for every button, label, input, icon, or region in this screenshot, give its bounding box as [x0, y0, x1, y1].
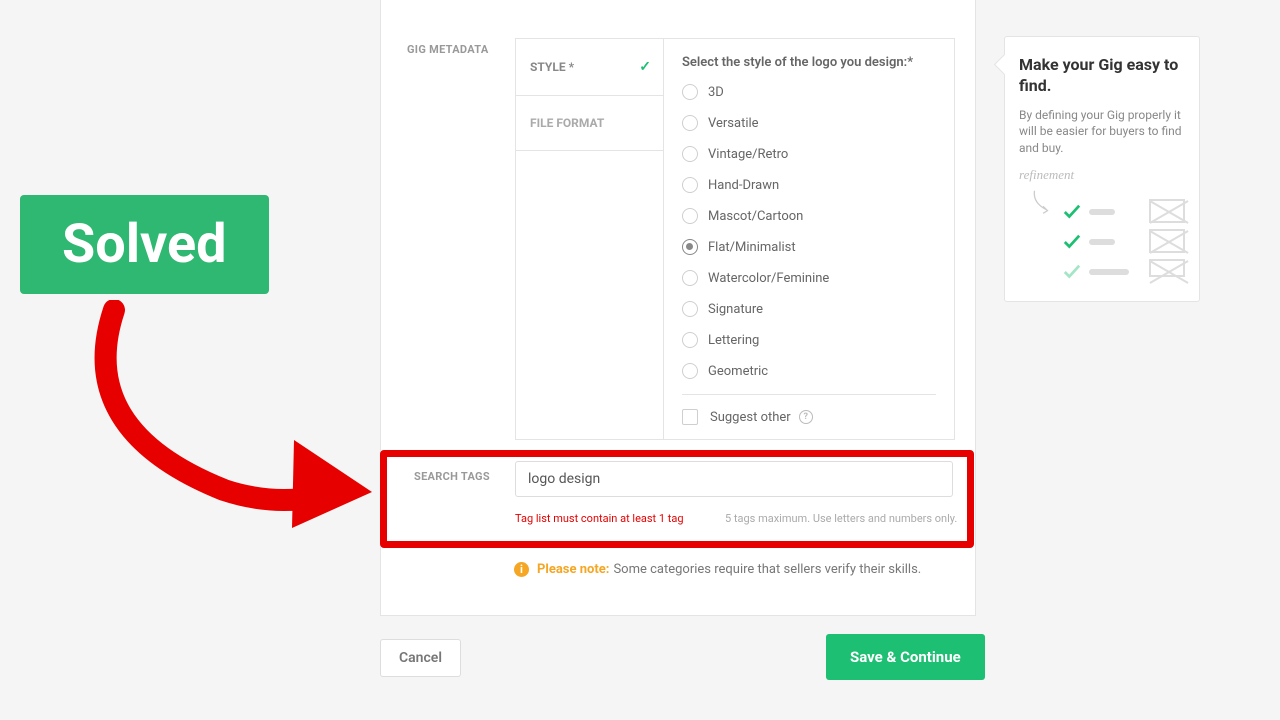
style-option-label: Versatile — [708, 116, 759, 131]
check-icon: ✓ — [639, 59, 651, 75]
radio-icon[interactable] — [682, 363, 698, 379]
solved-overlay-badge: Solved — [20, 195, 269, 294]
please-note-row: i Please note: Some categories require t… — [514, 562, 921, 577]
red-arrow-icon — [84, 300, 374, 530]
arrow-icon — [1031, 189, 1057, 215]
style-option-mascot-cartoon[interactable]: Mascot/Cartoon — [682, 208, 936, 224]
radio-icon[interactable] — [682, 115, 698, 131]
box-icon — [1149, 229, 1185, 253]
gig-metadata-label: GIG METADATA — [407, 43, 489, 56]
radio-icon[interactable] — [682, 270, 698, 286]
radio-icon[interactable] — [682, 208, 698, 224]
style-option-vintage-retro[interactable]: Vintage/Retro — [682, 146, 936, 162]
style-option-versatile[interactable]: Versatile — [682, 115, 936, 131]
style-option-3d[interactable]: 3D — [682, 84, 936, 100]
line-icon — [1089, 239, 1115, 245]
checkmark-icon — [1063, 263, 1081, 281]
metadata-tab-style-label: STYLE * — [530, 60, 574, 74]
line-icon — [1089, 269, 1129, 275]
style-option-signature[interactable]: Signature — [682, 301, 936, 317]
checkbox-icon[interactable] — [682, 409, 698, 425]
style-option-label: Flat/Minimalist — [708, 240, 796, 255]
metadata-tab-style[interactable]: STYLE * ✓ — [516, 39, 663, 96]
divider — [682, 394, 936, 395]
style-option-hand-drawn[interactable]: Hand-Drawn — [682, 177, 936, 193]
search-tags-label: SEARCH TAGS — [414, 470, 490, 483]
tip-title: Make your Gig easy to find. — [1019, 55, 1185, 97]
tip-illustration — [1019, 187, 1185, 287]
style-option-label: Hand-Drawn — [708, 178, 779, 193]
metadata-tab-file-format[interactable]: FILE FORMAT — [516, 96, 663, 151]
style-option-label: Mascot/Cartoon — [708, 209, 803, 224]
question-icon[interactable]: ? — [799, 410, 813, 424]
line-icon — [1089, 209, 1115, 215]
style-option-label: Lettering — [708, 333, 759, 348]
style-option-label: 3D — [708, 85, 724, 100]
style-option-watercolor-feminine[interactable]: Watercolor/Feminine — [682, 270, 936, 286]
save-continue-button[interactable]: Save & Continue — [826, 634, 985, 680]
suggest-other-label: Suggest other — [710, 410, 791, 425]
box-icon — [1149, 259, 1185, 277]
metadata-tab-file-format-label: FILE FORMAT — [530, 116, 604, 130]
metadata-content: Select the style of the logo you design:… — [663, 39, 954, 439]
style-option-label: Signature — [708, 302, 763, 317]
style-option-label: Watercolor/Feminine — [708, 271, 829, 286]
radio-icon[interactable] — [682, 301, 698, 317]
metadata-box: STYLE * ✓ FILE FORMAT Select the style o… — [515, 38, 955, 440]
tip-handwritten: refinement — [1019, 167, 1185, 183]
suggest-other-row[interactable]: Suggest other ? — [682, 409, 936, 425]
search-tags-input[interactable] — [515, 461, 953, 497]
tip-text: By defining your Gig properly it will be… — [1019, 107, 1185, 157]
metadata-sidebar: STYLE * ✓ FILE FORMAT — [516, 39, 663, 151]
style-option-geometric[interactable]: Geometric — [682, 363, 936, 379]
radio-icon[interactable] — [682, 332, 698, 348]
style-heading: Select the style of the logo you design:… — [682, 55, 936, 70]
radio-icon[interactable] — [682, 84, 698, 100]
tag-hint-text: 5 tags maximum. Use letters and numbers … — [725, 512, 957, 525]
note-prefix: Please note: — [537, 562, 609, 577]
checkmark-icon — [1063, 233, 1081, 251]
cancel-button[interactable]: Cancel — [380, 639, 461, 677]
info-icon: i — [514, 562, 529, 577]
tip-panel: Make your Gig easy to find. By defining … — [1004, 36, 1200, 302]
radio-icon[interactable] — [682, 177, 698, 193]
radio-icon[interactable] — [682, 239, 698, 255]
box-icon — [1149, 199, 1185, 223]
style-option-lettering[interactable]: Lettering — [682, 332, 936, 348]
style-option-label: Vintage/Retro — [708, 147, 788, 162]
style-option-flat-minimalist[interactable]: Flat/Minimalist — [682, 239, 936, 255]
radio-icon[interactable] — [682, 146, 698, 162]
checkmark-icon — [1063, 203, 1081, 221]
tag-error-text: Tag list must contain at least 1 tag — [515, 512, 684, 525]
note-text: Some categories require that sellers ver… — [613, 562, 921, 577]
style-option-label: Geometric — [708, 364, 768, 379]
